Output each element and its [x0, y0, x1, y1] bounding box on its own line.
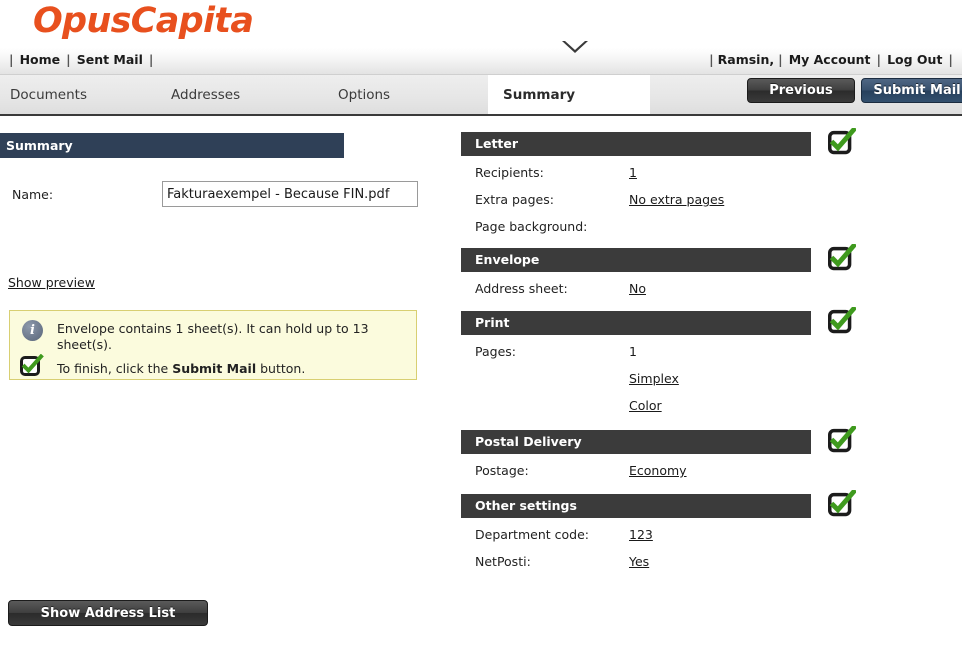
section-rows-envelope: Address sheet: No — [461, 272, 962, 308]
summary-row-label: Address sheet: — [475, 281, 568, 296]
separator: | — [709, 52, 714, 67]
summary-row-value-link[interactable]: 123 — [629, 527, 653, 542]
topnav-left-group: | Home | Sent Mail | — [5, 52, 157, 67]
section-envelope: Envelope Address sheet: No — [461, 242, 962, 308]
tab-documents[interactable]: Documents — [10, 87, 87, 103]
separator: | — [9, 52, 14, 67]
info-message-text: Envelope contains 1 sheet(s). It can hol… — [57, 321, 369, 352]
info-action-prefix: To finish, click the — [57, 361, 173, 376]
section-header-letter: Letter — [461, 132, 811, 156]
section-header-print: Print — [461, 311, 811, 335]
summary-row-label: Department code: — [475, 527, 589, 542]
summary-row-label: Pages: — [475, 344, 516, 359]
left-panel: Summary Name: Show preview i Envelope co… — [0, 113, 450, 650]
summary-row-label: Postage: — [475, 463, 529, 478]
summary-row-value-link[interactable]: 1 — [629, 165, 637, 180]
summary-row: Recipients: 1 — [461, 165, 962, 192]
show-address-list-button[interactable]: Show Address List — [8, 600, 208, 626]
tab-addresses[interactable]: Addresses — [171, 87, 240, 103]
tab-summary[interactable]: Summary — [488, 75, 650, 114]
summary-row-value-link[interactable]: Color — [629, 398, 662, 413]
summary-row-label: Recipients: — [475, 165, 544, 180]
logo-bar: OpusCapita — [0, 0, 962, 48]
summary-row-value-link[interactable]: Yes — [629, 554, 649, 569]
summary-row: Address sheet: No — [461, 281, 962, 308]
user-name-label: Ramsin, — [717, 52, 775, 67]
section-header-postal: Postal Delivery — [461, 430, 811, 454]
section-letter: Letter Recipients: 1 Extra pages: No extra p… — [461, 126, 962, 246]
section-status-check-icon — [828, 126, 858, 156]
info-action-suffix: button. — [256, 361, 306, 376]
summary-row-label: Page background: — [475, 219, 588, 234]
summary-row: Department code: 123 — [461, 527, 962, 554]
section-print: Print Pages: 1 Simplex Color — [461, 305, 962, 425]
info-message-box: i Envelope contains 1 sheet(s). It can h… — [9, 310, 417, 380]
show-preview-link[interactable]: Show preview — [8, 275, 95, 290]
summary-row-value-link[interactable]: Economy — [629, 463, 687, 478]
submit-mail-button[interactable]: Submit Mail — [861, 78, 962, 103]
section-status-check-icon — [828, 488, 858, 518]
info-action-text: To finish, click the Submit Mail button. — [57, 361, 402, 376]
separator: | — [876, 52, 882, 67]
active-tab-pointer-inner — [565, 41, 585, 50]
section-rows-postal: Postage: Economy — [461, 454, 962, 490]
separator: | — [66, 52, 71, 67]
top-navigation-bar: | Home | Sent Mail | | Ramsin, | My Account | Log… — [0, 48, 962, 75]
topnav-right-group: | Ramsin, | My Account | Log Out | — [705, 52, 957, 67]
section-header-other: Other settings — [461, 494, 811, 518]
summary-row: Color — [461, 398, 962, 425]
section-status-check-icon — [828, 242, 858, 272]
summary-row-value-link[interactable]: Simplex — [629, 371, 679, 386]
summary-row-label: Extra pages: — [475, 192, 554, 207]
nav-link-my-account[interactable]: My Account — [787, 52, 873, 67]
summary-row-value: 1 — [629, 344, 637, 359]
summary-row-value-link[interactable]: No extra pages — [629, 192, 724, 207]
opuscapita-logo: OpusCapita — [33, 1, 254, 41]
separator: | — [948, 52, 953, 67]
summary-row: Page background: — [461, 219, 962, 246]
section-header-envelope: Envelope — [461, 248, 811, 272]
previous-button[interactable]: Previous — [747, 78, 855, 103]
section-rows-print: Pages: 1 Simplex Color — [461, 335, 962, 425]
summary-row: Extra pages: No extra pages — [461, 192, 962, 219]
section-rows-letter: Recipients: 1 Extra pages: No extra pages Pa… — [461, 156, 962, 246]
nav-link-home[interactable]: Home — [18, 52, 63, 67]
check-icon — [20, 353, 44, 378]
separator: | — [148, 52, 154, 67]
name-label: Name: — [12, 187, 54, 202]
separator: | — [778, 52, 783, 67]
summary-panel-header: Summary — [0, 133, 344, 158]
summary-row: Simplex — [461, 371, 962, 398]
section-status-check-icon — [828, 424, 858, 454]
section-status-check-icon — [828, 305, 858, 335]
summary-row: NetPosti: Yes — [461, 554, 962, 581]
section-rows-other: Department code: 123 NetPosti: Yes — [461, 518, 962, 581]
nav-link-log-out[interactable]: Log Out — [885, 52, 944, 67]
tab-options[interactable]: Options — [338, 87, 390, 103]
info-icon: i — [22, 320, 43, 341]
summary-row: Pages: 1 — [461, 344, 962, 371]
name-field-row: Name: — [12, 181, 432, 207]
name-input[interactable] — [162, 181, 418, 207]
section-postal: Postal Delivery Postage: Economy — [461, 424, 962, 490]
summary-row-value-link[interactable]: No — [629, 281, 646, 296]
section-other: Other settings Department code: 123 NetPost… — [461, 488, 962, 581]
summary-row: Postage: Economy — [461, 463, 962, 490]
tab-summary-label: Summary — [503, 87, 576, 103]
summary-sections-panel: Letter Recipients: 1 Extra pages: No extra p… — [461, 126, 962, 581]
nav-link-sent-mail[interactable]: Sent Mail — [75, 52, 145, 67]
info-action-bold: Submit Mail — [172, 361, 257, 376]
summary-row-label: NetPosti: — [475, 554, 531, 569]
